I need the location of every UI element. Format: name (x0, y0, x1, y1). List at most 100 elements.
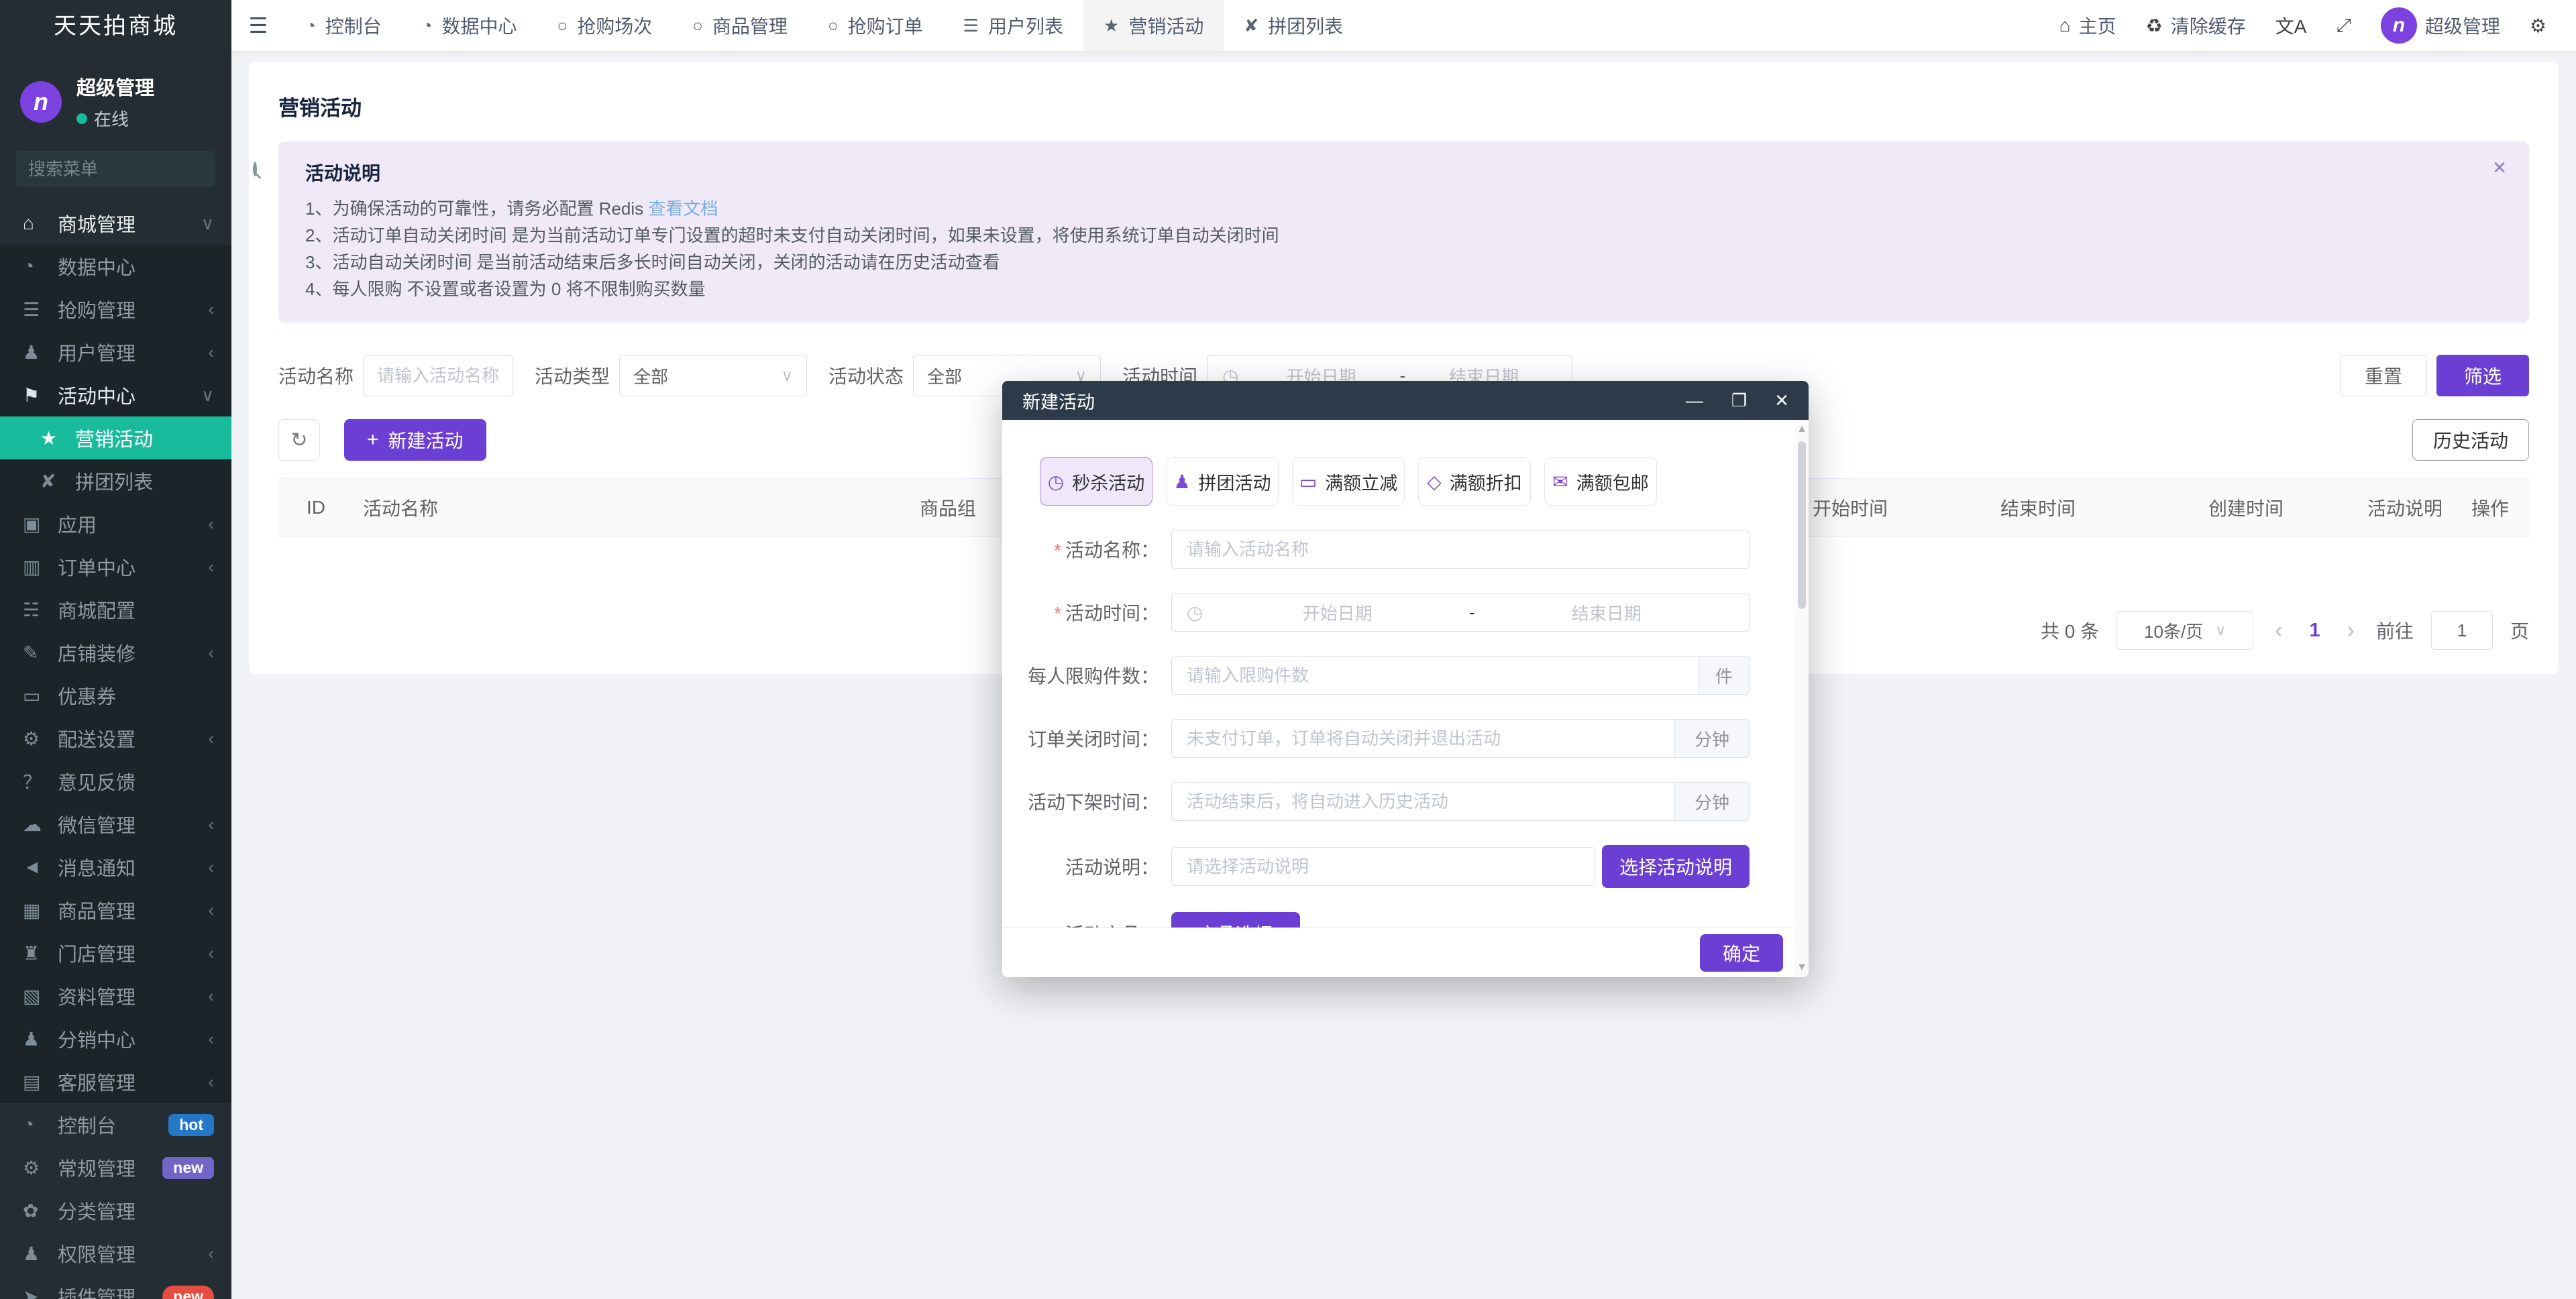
sidebar-item[interactable]: ▥订单中心‹ (0, 545, 231, 588)
goto-page-input[interactable] (2431, 611, 2493, 650)
next-page-button[interactable]: › (2343, 618, 2359, 644)
nav-tab-抢购场次[interactable]: ○抢购场次 (537, 0, 672, 51)
activity-description-input[interactable] (1171, 847, 1595, 886)
filter-button[interactable]: 筛选 (2436, 355, 2529, 396)
home-link[interactable]: ⌂ 主页 (2059, 12, 2116, 39)
sidebar-item[interactable]: ☰抢购管理‹ (0, 288, 231, 331)
sidebar-item[interactable]: ⚑活动中心∨ (0, 374, 231, 416)
sidebar-item[interactable]: ♜门店管理‹ (0, 931, 231, 974)
current-page[interactable]: 1 (2304, 620, 2326, 642)
reset-button[interactable]: 重置 (2340, 355, 2427, 396)
activity-name-input[interactable] (363, 355, 513, 396)
star-icon: ★ (1104, 15, 1119, 36)
history-activities-button[interactable]: 历史活动 (2412, 419, 2529, 461)
sidebar-item[interactable]: ？意见反馈 (0, 760, 231, 803)
notice-line: 3、活动自动关闭时间 是当前活动结束后多长时间自动关闭，关闭的活动请在历史活动查… (305, 249, 2502, 276)
limit-per-person-input[interactable] (1171, 656, 1699, 695)
sidebar-item[interactable]: ★营销活动 (0, 416, 231, 459)
sidebar-item[interactable]: ▦商品管理‹ (0, 889, 231, 931)
pinwheel-icon: ✘ (1244, 15, 1258, 36)
minimize-icon[interactable]: — (1686, 392, 1703, 409)
type-card-秒杀活动[interactable]: ◷ 秒杀活动 (1040, 457, 1152, 506)
settings-button[interactable]: ⚙ (2530, 15, 2546, 37)
service-list-icon: ▤ (23, 1071, 58, 1093)
sidebar-item[interactable]: ▧资料管理‹ (0, 974, 231, 1017)
activity-product-select-button[interactable]: 产品选择 (1171, 912, 1300, 927)
prev-page-button[interactable]: ‹ (2271, 618, 2286, 644)
type-card-满额立减[interactable]: ▭满额立减 (1292, 457, 1405, 506)
close-icon[interactable]: × (1775, 389, 1788, 412)
clear-cache-button[interactable]: ♻ 清除缓存 (2146, 12, 2246, 39)
scrollbar-thumb[interactable] (1798, 441, 1806, 609)
activity-type-select[interactable]: 全部 ∨ (619, 355, 807, 396)
sidebar-item[interactable]: ⌂商城管理∨ (0, 202, 231, 245)
menu-search[interactable] (16, 151, 215, 187)
hamburger-icon[interactable]: ☰ (231, 0, 285, 51)
sidebar-item[interactable]: ♟分销中心‹ (0, 1017, 231, 1060)
form-row-activity-time: *活动时间：◷开始日期-结束日期 (1002, 593, 1809, 632)
order-close-time-input[interactable] (1171, 719, 1674, 758)
nav-tab-控制台[interactable]: ◔控制台 (285, 0, 402, 51)
sidebar-item[interactable]: ⚙配送设置‹ (0, 717, 231, 760)
type-card-label: 秒杀活动 (1072, 469, 1144, 495)
user-menu[interactable]: n 超级管理 (2381, 7, 2500, 44)
nav-tab-用户列表[interactable]: ☰用户列表 (943, 0, 1083, 51)
sidebar-item[interactable]: ✘拼团列表 (0, 459, 231, 502)
filter-name-label: 活动名称 (278, 362, 354, 389)
topnav-right: ⌂ 主页 ♻ 清除缓存 文A ⤢ n 超级管理 ⚙ (2059, 0, 2576, 51)
required-asterisk: * (1054, 603, 1061, 624)
required-asterisk: * (1054, 540, 1061, 561)
activity-name-input[interactable] (1171, 530, 1750, 569)
activity-time-range-picker[interactable]: ◷开始日期-结束日期 (1171, 593, 1750, 632)
sidebar-item[interactable]: ☵商城配置 (0, 588, 231, 631)
sidebar-item-label: 抢购管理 (58, 295, 208, 323)
sidebar-item[interactable]: ☁微信管理‹ (0, 803, 231, 846)
sidebar-item[interactable]: ◔控制台hot (0, 1103, 231, 1146)
dialog-body: ◷秒杀活动♟拼团活动▭满额立减◇满额折扣✉满额包邮 *活动名称：*活动时间：◷开… (1002, 420, 1809, 927)
sidebar-item-label: 控制台 (58, 1111, 168, 1139)
brush-icon: ✎ (23, 642, 58, 664)
nav-tab-拼团列表[interactable]: ✘拼团列表 (1224, 0, 1363, 51)
page-size-select[interactable]: 10条/页 ∨ (2116, 611, 2253, 650)
dialog-scrollbar[interactable]: ▲ ▼ (1795, 420, 1809, 977)
activity-offline-time-input[interactable] (1171, 782, 1674, 821)
sidebar-item[interactable]: ✿分类管理 (0, 1189, 231, 1232)
confirm-button[interactable]: 确定 (1700, 934, 1783, 972)
type-card-拼团活动[interactable]: ♟拼团活动 (1166, 457, 1279, 506)
activity-description-select-button[interactable]: 选择活动说明 (1602, 845, 1750, 888)
alarm-clock-icon: ◷ (1048, 471, 1064, 493)
menu-search-input[interactable] (28, 159, 253, 180)
view-docs-link[interactable]: 查看文档 (648, 199, 718, 219)
sidebar-item[interactable]: ▭优惠券 (0, 674, 231, 717)
new-activity-button[interactable]: + 新建活动 (344, 419, 486, 461)
dialog-header[interactable]: 新建活动 — ❐ × (1002, 381, 1809, 420)
refresh-button[interactable]: ↻ (278, 419, 320, 461)
sidebar-item[interactable]: ▤客服管理‹ (0, 1060, 231, 1103)
type-card-满额折扣[interactable]: ◇满额折扣 (1418, 457, 1531, 506)
nav-tab-商品管理[interactable]: ○商品管理 (672, 0, 808, 51)
scroll-up-icon[interactable]: ▲ (1796, 420, 1807, 439)
scroll-down-icon[interactable]: ▼ (1796, 958, 1807, 977)
notice-line: 1、为确保活动的可靠性，请务必配置 Redis 查看文档 (305, 195, 2502, 222)
sidebar-item[interactable]: ◔数据中心 (0, 245, 231, 288)
badge-new: new (162, 1286, 214, 1299)
type-card-满额包邮[interactable]: ✉满额包邮 (1544, 457, 1657, 506)
nav-tab-抢购订单[interactable]: ○抢购订单 (808, 0, 943, 51)
sidebar-item[interactable]: ♟权限管理‹ (0, 1232, 231, 1275)
chevron-left-icon: ‹ (208, 857, 214, 878)
nav-tab-label: 抢购场次 (577, 12, 652, 39)
sidebar-item[interactable]: ▣应用‹ (0, 502, 231, 545)
sidebar-item[interactable]: ➤插件管理new (0, 1275, 231, 1299)
close-icon[interactable]: × (2493, 156, 2506, 179)
sidebar-item[interactable]: ✎店铺装修‹ (0, 631, 231, 674)
translate-icon: 文A (2275, 12, 2307, 39)
maximize-icon[interactable]: ❐ (1731, 392, 1747, 409)
sidebar-item[interactable]: ◄消息通知‹ (0, 846, 231, 889)
translate-button[interactable]: 文A (2275, 12, 2307, 39)
sidebar-item[interactable]: ♟用户管理‹ (0, 331, 231, 374)
nav-tab-营销活动[interactable]: ★营销活动 (1083, 0, 1224, 51)
nav-tab-数据中心[interactable]: ◔数据中心 (402, 0, 537, 51)
range-separator: - (1465, 602, 1479, 623)
fullscreen-button[interactable]: ⤢ (2336, 15, 2351, 37)
sidebar-item[interactable]: ⚙常规管理new (0, 1146, 231, 1189)
